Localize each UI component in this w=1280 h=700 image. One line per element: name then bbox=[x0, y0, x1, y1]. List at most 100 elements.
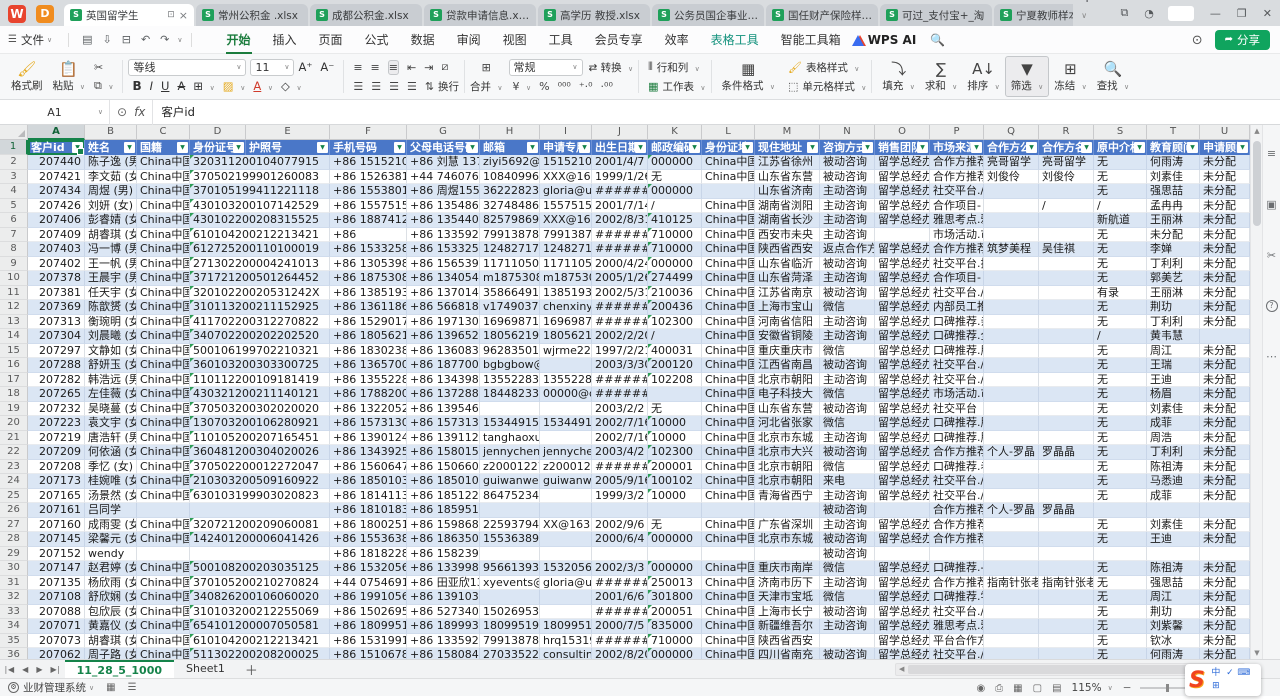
cell[interactable]: 留学总经办 bbox=[875, 358, 930, 373]
cell[interactable]: 被动咨询 bbox=[820, 286, 875, 301]
column-header-F[interactable]: F bbox=[330, 125, 407, 140]
cell[interactable]: 社交平台./ bbox=[930, 373, 984, 388]
cell[interactable]: 207426 bbox=[28, 199, 85, 214]
header-cell[interactable]: 姓名▼ bbox=[85, 140, 137, 155]
cell[interactable]: China中国 bbox=[702, 387, 755, 402]
zoom-slider-knob[interactable] bbox=[1166, 684, 1169, 692]
menu-tab[interactable]: 表格工具 bbox=[700, 26, 770, 54]
cell[interactable]: China中国 bbox=[137, 358, 190, 373]
cell[interactable]: 合作方推荐 bbox=[930, 503, 984, 518]
menu-tab[interactable]: 会员专享 bbox=[584, 26, 654, 54]
cell[interactable]: 无 bbox=[1094, 315, 1147, 330]
cell[interactable]: 110105200207165451 bbox=[190, 431, 330, 446]
cell[interactable] bbox=[1039, 561, 1094, 576]
cell[interactable]: +86 15606475 bbox=[330, 460, 407, 475]
cell[interactable] bbox=[984, 590, 1039, 605]
cell[interactable]: 留学总经办 bbox=[875, 387, 930, 402]
cell[interactable]: 留学总经办 bbox=[875, 242, 930, 257]
cell[interactable]: +86 1395468251 bbox=[407, 402, 480, 417]
cell[interactable]: 207402 bbox=[28, 257, 85, 272]
cell[interactable]: China中国 bbox=[137, 402, 190, 417]
column-header-T[interactable]: T bbox=[1147, 125, 1200, 140]
cell[interactable]: +86 田亚欣1395 bbox=[407, 576, 480, 591]
cell[interactable]: 无 bbox=[1094, 387, 1147, 402]
cell[interactable]: China中国 bbox=[702, 489, 755, 504]
cell[interactable]: 主动咨询 bbox=[820, 576, 875, 591]
cell[interactable]: 124827175 bbox=[540, 242, 592, 257]
file-tab[interactable]: S常州公积金 .xlsx bbox=[196, 4, 308, 26]
cell[interactable]: 200051 bbox=[648, 605, 702, 620]
cell[interactable]: China中国 bbox=[702, 329, 755, 344]
page-layout-view-icon[interactable]: ▢ bbox=[1033, 683, 1042, 694]
cell[interactable]: +86 1335925706 bbox=[407, 634, 480, 649]
cell[interactable]: jennychen( bbox=[540, 445, 592, 460]
cell[interactable]: 孟冉冉 bbox=[1147, 199, 1200, 214]
cell[interactable]: 黄韦慧 bbox=[1147, 329, 1200, 344]
cell[interactable]: 江西省南昌 bbox=[755, 358, 820, 373]
row-header-16[interactable]: 16 bbox=[0, 358, 28, 373]
menu-tab[interactable]: 数据 bbox=[400, 26, 446, 54]
cell[interactable]: 新疆维吾尔 bbox=[755, 619, 820, 634]
header-cell[interactable]: 合作方公▼ bbox=[984, 140, 1039, 155]
cell[interactable]: +86 13657006 bbox=[330, 358, 407, 373]
cell[interactable]: +86 52734062 bbox=[407, 605, 480, 620]
cell[interactable]: z20001227( bbox=[540, 460, 592, 475]
cell[interactable]: 207223 bbox=[28, 416, 85, 431]
cell[interactable]: 广东省深圳 bbox=[755, 518, 820, 533]
cell[interactable]: +86 15332585 bbox=[330, 242, 407, 257]
cell[interactable]: ######## bbox=[592, 242, 648, 257]
cell[interactable]: 207406 bbox=[28, 213, 85, 228]
cell[interactable]: China中国 bbox=[702, 286, 755, 301]
cell[interactable]: 610104200212213421 bbox=[190, 228, 330, 243]
cell[interactable] bbox=[984, 387, 1039, 402]
cell[interactable]: 135522836 bbox=[540, 373, 592, 388]
cell[interactable] bbox=[592, 503, 648, 518]
cell[interactable]: China中国 bbox=[702, 619, 755, 634]
cell[interactable]: 未分配 bbox=[1200, 590, 1250, 605]
cell[interactable]: / bbox=[1094, 199, 1147, 214]
cell[interactable]: 207304 bbox=[28, 329, 85, 344]
cell[interactable]: +86 15575158 bbox=[330, 199, 407, 214]
cell[interactable]: 2002/2/20 bbox=[592, 329, 648, 344]
cell[interactable] bbox=[984, 271, 1039, 286]
wps-ai-tab[interactable]: WPS AI bbox=[868, 33, 917, 47]
cell[interactable]: 留学总经办 bbox=[875, 257, 930, 272]
cell[interactable]: xyevents@ bbox=[480, 576, 540, 591]
cell[interactable]: 1999/1/26 bbox=[592, 170, 648, 185]
cell[interactable]: China中国 bbox=[137, 474, 190, 489]
cell[interactable]: 合作项目- bbox=[930, 271, 984, 286]
cell[interactable] bbox=[1039, 315, 1094, 330]
row-header-31[interactable]: 31 bbox=[0, 576, 28, 591]
cell[interactable]: 亮哥留学 bbox=[984, 155, 1039, 170]
cell[interactable]: 无 bbox=[1094, 416, 1147, 431]
save-icon[interactable]: ▤ bbox=[82, 33, 92, 46]
cell[interactable]: 500106199702210321 bbox=[190, 344, 330, 359]
cell[interactable]: +86 1335925706 bbox=[407, 228, 480, 243]
cell[interactable]: 未分配 bbox=[1200, 402, 1250, 417]
row-header-22[interactable]: 22 bbox=[0, 445, 28, 460]
cell[interactable]: 北京市东城 bbox=[755, 431, 820, 446]
cell[interactable] bbox=[984, 489, 1039, 504]
cell[interactable]: +86 1533258500 bbox=[407, 242, 480, 257]
cell[interactable]: 2001/4/7 bbox=[592, 155, 648, 170]
cell[interactable]: 无 bbox=[648, 170, 702, 185]
upload-cloud-icon[interactable]: ⊙ bbox=[1192, 33, 1203, 48]
cell[interactable]: China中国 bbox=[702, 634, 755, 649]
cell[interactable]: 1999/3/2 bbox=[592, 489, 648, 504]
menu-tab[interactable]: 页面 bbox=[308, 26, 354, 54]
rows-cols-button[interactable]: 行和列 ∨ bbox=[657, 60, 700, 75]
cell[interactable]: 未分配 bbox=[1200, 228, 1250, 243]
cell[interactable]: 430321200211140121 bbox=[190, 387, 330, 402]
cell[interactable] bbox=[540, 503, 592, 518]
cell[interactable]: +86 13439252 bbox=[330, 445, 407, 460]
cell[interactable]: 唐浩轩 (男 bbox=[85, 431, 137, 446]
cell[interactable]: 社交平台./ bbox=[930, 605, 984, 620]
cell[interactable]: 207071 bbox=[28, 619, 85, 634]
cell[interactable]: 无 bbox=[1094, 489, 1147, 504]
cell[interactable]: 138519326 bbox=[540, 286, 592, 301]
filter-dropdown-icon[interactable]: ▼ bbox=[635, 142, 646, 153]
cell[interactable] bbox=[984, 184, 1039, 199]
cell[interactable]: 274499 bbox=[648, 271, 702, 286]
cell[interactable] bbox=[1039, 286, 1094, 301]
cell[interactable]: 180562199 bbox=[480, 329, 540, 344]
